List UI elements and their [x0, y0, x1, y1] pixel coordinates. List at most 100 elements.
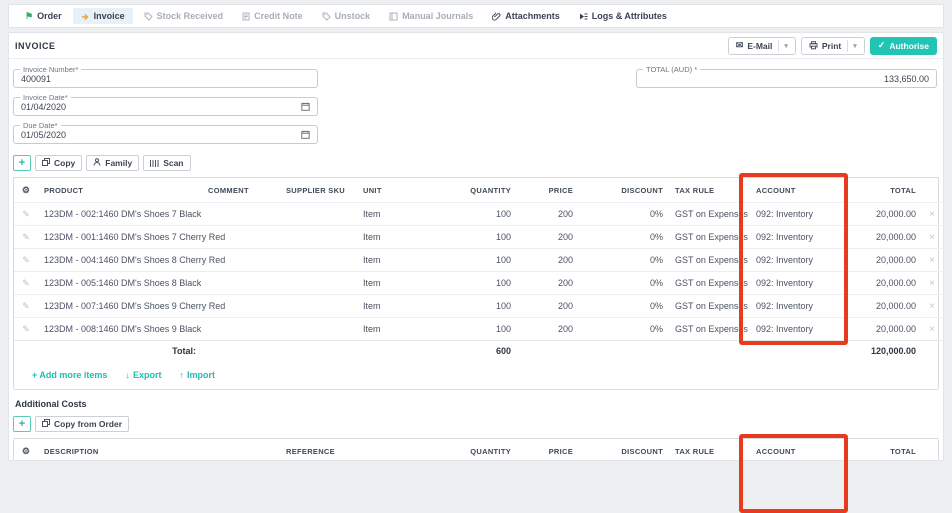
cell-product: 123DM - 002:1460 DM's Shoes 7 Black: [38, 203, 202, 226]
remove-row-icon[interactable]: ×: [929, 324, 935, 335]
tab-attachments[interactable]: Attachments: [484, 8, 568, 24]
cell-price: 200: [517, 318, 579, 341]
due-date-label: Due Date*: [20, 121, 61, 130]
copy-from-order-label: Copy from Order: [54, 419, 122, 429]
total-quantity: 600: [442, 341, 517, 363]
cell-tax_rule: GST on Expenses: [669, 272, 750, 295]
table-settings-gear-icon[interactable]: ⚙: [22, 185, 30, 195]
export-link[interactable]: ↓Export: [125, 370, 161, 380]
edit-row-icon[interactable]: ✎: [22, 301, 30, 311]
tab-logs-attributes[interactable]: Logs & Attributes: [571, 8, 675, 24]
credit-note-icon: [242, 12, 250, 21]
copy-from-order-icon: [42, 419, 50, 429]
edit-row-icon[interactable]: ✎: [22, 209, 30, 219]
manual-journals-book-icon: [389, 12, 398, 21]
cell-total: 20,000.00: [857, 203, 922, 226]
print-button[interactable]: Print ▾: [801, 37, 865, 55]
cell-tax_rule: GST on Expenses: [669, 295, 750, 318]
cell-comment: [202, 318, 280, 341]
col-header-supplier-sku: SUPPLIER SKU: [280, 178, 357, 203]
costs-table-settings-gear-icon[interactable]: ⚙: [22, 446, 30, 456]
cell-discount: 0%: [579, 295, 669, 318]
invoice-date-label: Invoice Date*: [20, 93, 71, 102]
email-dropdown-caret-icon[interactable]: ▾: [778, 40, 788, 52]
print-button-label: Print: [822, 41, 841, 51]
col-header-unit: UNIT: [357, 178, 442, 203]
cell-unit: Item: [357, 295, 442, 318]
cell-total: 20,000.00: [857, 272, 922, 295]
invoice-number-label: Invoice Number*: [20, 65, 81, 74]
edit-row-icon[interactable]: ✎: [22, 255, 30, 265]
cell-tax_rule: GST on Expenses: [669, 203, 750, 226]
cell-product: 123DM - 001:1460 DM's Shoes 7 Cherry Red: [38, 226, 202, 249]
remove-row-icon[interactable]: ×: [929, 278, 935, 289]
tab-stock-received-label: Stock Received: [157, 11, 224, 21]
import-link[interactable]: ↑Import: [179, 370, 215, 380]
cell-total: 20,000.00: [857, 295, 922, 318]
cell-tax_rule: GST on Expenses: [669, 249, 750, 272]
add-cost-line-button[interactable]: +: [13, 416, 31, 432]
cell-quantity: 100: [442, 272, 517, 295]
table-row: ✎123DM - 007:1460 DM's Shoes 9 Cherry Re…: [14, 295, 942, 318]
cell-price: 200: [517, 203, 579, 226]
invoice-date-calendar-icon[interactable]: [301, 102, 310, 111]
copy-button[interactable]: Copy: [35, 155, 82, 171]
copy-from-order-button[interactable]: Copy from Order: [35, 416, 129, 432]
remove-row-icon[interactable]: ×: [929, 232, 935, 243]
authorise-button-label: Authorise: [889, 41, 929, 51]
tab-order[interactable]: ⚑ Order: [17, 8, 70, 24]
add-line-button[interactable]: +: [13, 155, 31, 171]
col-header-reference: REFERENCE: [280, 439, 442, 461]
cell-quantity: 100: [442, 203, 517, 226]
cell-discount: 0%: [579, 226, 669, 249]
col-header-tax-rule: TAX RULE: [669, 178, 750, 203]
cell-account: 092: Inventory: [750, 272, 857, 295]
remove-row-icon[interactable]: ×: [929, 255, 935, 266]
scan-button[interactable]: Scan: [143, 155, 190, 171]
printer-icon: [809, 41, 818, 50]
tab-manual-journals[interactable]: Manual Journals: [381, 8, 481, 24]
invoice-total-row: Total: 600 120,000.00: [14, 341, 942, 363]
cell-price: 200: [517, 249, 579, 272]
col-header-tax-rule2: TAX RULE: [669, 439, 750, 461]
tab-invoice[interactable]: Invoice: [73, 8, 133, 24]
total-aud-field[interactable]: TOTAL (AUD) * 133,650.00: [636, 69, 937, 88]
due-date-value: 01/05/2020: [21, 130, 301, 140]
invoice-date-value: 01/04/2020: [21, 102, 301, 112]
cell-unit: Item: [357, 203, 442, 226]
cell-product: 123DM - 004:1460 DM's Shoes 8 Cherry Red: [38, 249, 202, 272]
invoice-date-field[interactable]: Invoice Date* 01/04/2020: [13, 97, 318, 116]
edit-row-icon[interactable]: ✎: [22, 324, 30, 334]
cell-account: 092: Inventory: [750, 295, 857, 318]
cell-quantity: 100: [442, 295, 517, 318]
add-more-items-link[interactable]: + Add more items: [32, 370, 107, 380]
tab-credit-note[interactable]: Credit Note: [234, 8, 311, 24]
table-row: ✎ 123DM - 004:1460 DM's Shoes 8 Cherry Re…: [14, 249, 942, 272]
check-icon: ✓: [878, 41, 886, 50]
invoice-arrow-icon: [81, 12, 90, 21]
email-button[interactable]: ✉ E-Mail ▾: [728, 37, 796, 55]
print-dropdown-caret-icon[interactable]: ▾: [847, 40, 857, 52]
envelope-icon: ✉: [736, 41, 744, 50]
due-date-calendar-icon[interactable]: [301, 130, 310, 139]
cell-price: 200: [517, 272, 579, 295]
cell-supplier_sku: [280, 203, 357, 226]
tab-stock-received[interactable]: Stock Received: [136, 8, 232, 24]
cell-account: 092: Inventory: [750, 226, 857, 249]
import-upload-icon: ↑: [179, 370, 184, 380]
cell-tax_rule: GST on Expenses: [669, 226, 750, 249]
due-date-field[interactable]: Due Date* 01/05/2020: [13, 125, 318, 144]
tab-unstock[interactable]: Unstock: [314, 8, 379, 24]
edit-row-icon[interactable]: ✎: [22, 232, 30, 242]
additional-costs-title: Additional Costs: [15, 399, 943, 409]
tab-logs-attributes-label: Logs & Attributes: [592, 11, 667, 21]
authorise-button[interactable]: ✓ Authorise: [870, 37, 937, 55]
remove-row-icon[interactable]: ×: [929, 301, 935, 312]
family-button[interactable]: Family: [86, 155, 139, 171]
edit-row-icon[interactable]: ✎: [22, 278, 30, 288]
remove-row-icon[interactable]: ×: [929, 209, 935, 220]
document-tab-bar: ⚑ Order Invoice Stock Received Credit No…: [8, 4, 944, 28]
cell-discount: 0%: [579, 318, 669, 341]
invoice-number-field[interactable]: Invoice Number* 400091: [13, 69, 318, 88]
col-header-product: PRODUCT: [38, 178, 202, 203]
